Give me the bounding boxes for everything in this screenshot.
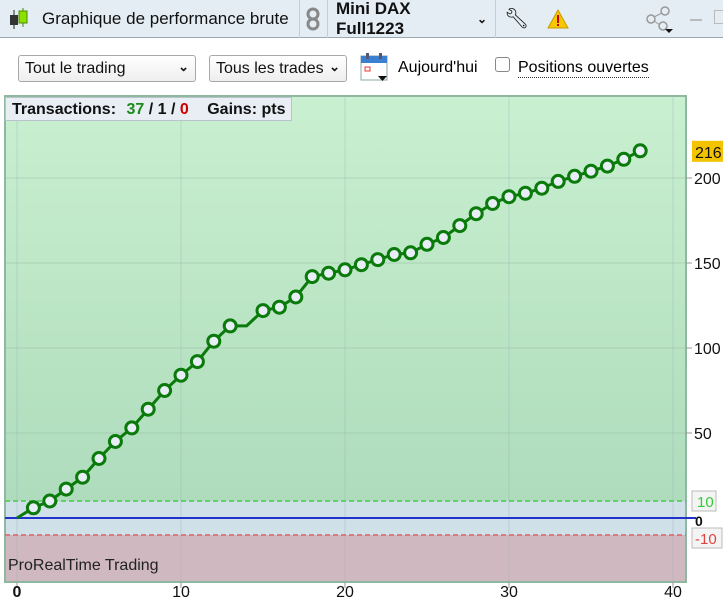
link-icon <box>306 7 320 30</box>
minimize-icon[interactable] <box>690 19 702 21</box>
y-tick-label: 100 <box>694 341 721 358</box>
data-point <box>140 401 156 417</box>
data-point <box>616 151 632 167</box>
y-tick-label: 200 <box>694 171 721 188</box>
open-positions-label[interactable]: Positions ouvertes <box>518 59 649 78</box>
instrument-name: Mini DAX Full1223 <box>336 0 411 38</box>
chevron-down-icon: ⌄ <box>476 11 487 26</box>
performance-chart: 0 10 20 30 4050100150200100-10216ProRealTime… <box>4 95 723 598</box>
data-point <box>107 434 123 449</box>
data-point <box>419 236 435 252</box>
data-point <box>567 168 583 184</box>
data-point <box>583 163 599 179</box>
transactions-label: Transactions: <box>12 101 117 118</box>
lower-band-label: -10 <box>695 531 717 548</box>
data-point <box>304 269 320 285</box>
x-tick-label: 0 <box>13 584 22 598</box>
trades-select[interactable]: Tous les trades ⌄ <box>209 55 347 82</box>
data-point <box>157 383 173 398</box>
share-icon[interactable] <box>645 6 675 34</box>
y-tick-label: 150 <box>694 256 721 273</box>
data-point <box>206 333 222 349</box>
x-tick-label: 10 <box>172 584 190 598</box>
data-point <box>501 189 517 205</box>
x-tick-label: 40 <box>664 584 682 598</box>
data-point <box>550 173 566 189</box>
data-point <box>599 158 615 174</box>
data-point <box>271 299 287 315</box>
data-point <box>632 143 648 159</box>
today-label[interactable]: Aujourd'hui <box>398 59 478 77</box>
watermark: ProRealTime Trading <box>8 557 159 574</box>
trades-select-value: Tous les trades <box>216 60 324 77</box>
data-point <box>58 481 74 497</box>
y-tick-label: 50 <box>694 426 712 443</box>
instrument-selector[interactable]: Mini DAX Full1223 ⌄ <box>328 0 496 38</box>
data-point <box>25 500 41 516</box>
data-point <box>124 420 140 436</box>
maximize-icon[interactable] <box>714 10 723 24</box>
data-point <box>403 245 419 261</box>
data-point <box>534 180 550 196</box>
losses-count: 0 <box>179 101 189 118</box>
window-titlebar: Graphique de performance brute Mini DAX … <box>0 0 723 38</box>
calendar-icon[interactable] <box>360 52 390 82</box>
zero-label: 0 <box>695 513 703 529</box>
data-point <box>353 257 369 273</box>
data-point <box>189 354 205 370</box>
period-select[interactable]: Tout le trading ⌄ <box>18 55 196 82</box>
candlestick-icon <box>10 7 28 29</box>
open-positions-checkbox[interactable] <box>495 57 510 72</box>
data-point <box>485 196 501 211</box>
chevron-down-icon: ⌄ <box>178 59 189 74</box>
x-tick-label: 20 <box>336 584 354 598</box>
data-point <box>468 206 484 222</box>
data-point <box>173 367 189 383</box>
wins-count: 37 <box>126 101 145 118</box>
warning-icon[interactable] <box>547 8 570 29</box>
data-point <box>386 247 402 262</box>
data-point <box>435 230 451 245</box>
x-tick-label: 30 <box>500 584 518 598</box>
data-point <box>517 185 533 201</box>
transactions-summary: Transactions: 37 / 1 / 0 Gains: pts <box>5 97 293 121</box>
neutral-count: 1 <box>157 101 167 118</box>
data-point <box>222 318 238 334</box>
wrench-icon[interactable]: 🔧︎ <box>504 6 529 31</box>
toolbar: Tout le trading ⌄ Tous les trades ⌄ Aujour… <box>0 52 723 84</box>
data-point <box>288 289 304 305</box>
period-select-value: Tout le trading <box>25 60 126 77</box>
data-point <box>321 265 337 281</box>
upper-band-label: 10 <box>697 494 714 511</box>
data-point <box>91 451 107 466</box>
data-point <box>42 493 58 509</box>
gains-label: Gains: pts <box>207 101 286 118</box>
data-point <box>255 303 271 319</box>
data-point <box>452 218 468 234</box>
data-point <box>337 262 353 278</box>
chevron-down-icon: ⌄ <box>329 59 340 74</box>
data-point <box>370 252 386 268</box>
window-title: Graphique de performance brute <box>42 8 289 28</box>
title-segment: Graphique de performance brute <box>0 0 300 38</box>
link-button[interactable] <box>300 0 328 38</box>
last-value-label: 216 <box>695 145 722 162</box>
data-point <box>75 469 91 485</box>
